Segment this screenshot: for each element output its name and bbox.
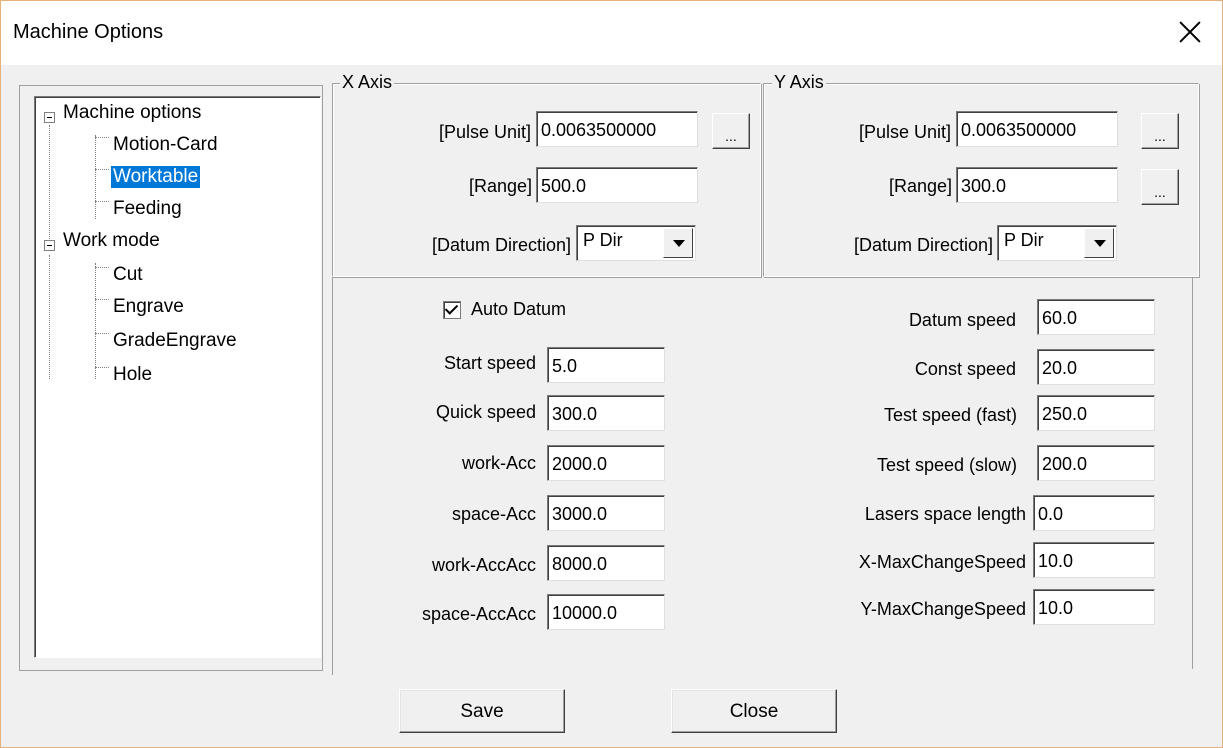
params-right-border: [1192, 277, 1193, 669]
x-range-input[interactable]: [536, 167, 698, 203]
work-acc-input[interactable]: [547, 445, 665, 481]
tree-item-motion-card[interactable]: Motion-Card: [111, 134, 220, 156]
x-maxchangespeed-input[interactable]: [1033, 542, 1155, 578]
tree-item-feeding[interactable]: Feeding: [111, 198, 184, 220]
tree-item-work-mode[interactable]: Work mode: [61, 230, 162, 252]
dropdown-arrow-icon[interactable]: [663, 228, 693, 258]
start-speed-input[interactable]: [547, 347, 665, 383]
x-pulse-unit-browse-button[interactable]: ...: [712, 113, 750, 149]
y-datum-direction-label: [Datum Direction]: [853, 235, 993, 255]
y-pulse-unit-label: [Pulse Unit]: [858, 122, 951, 142]
lasers-space-length-label: Lasers space length: [864, 504, 1026, 524]
tree-item-hole[interactable]: Hole: [111, 364, 154, 386]
dropdown-arrow-icon[interactable]: [1084, 228, 1114, 258]
options-tree[interactable]: Machine options Motion-Card Worktable Fe…: [34, 96, 321, 658]
y-range-input[interactable]: [956, 167, 1118, 203]
work-accacc-input[interactable]: [547, 545, 665, 581]
tree-panel: Machine options Motion-Card Worktable Fe…: [19, 85, 323, 671]
quick-speed-input[interactable]: [547, 395, 665, 431]
y-maxchangespeed-input[interactable]: [1033, 589, 1155, 625]
test-speed-slow-input[interactable]: [1037, 445, 1155, 481]
close-icon[interactable]: [1173, 15, 1207, 49]
lasers-space-length-input[interactable]: [1033, 495, 1155, 531]
y-datum-direction-value: P Dir: [1004, 230, 1044, 250]
collapse-work-mode-icon[interactable]: [44, 240, 55, 251]
y-axis-title: Y Axis: [772, 72, 826, 93]
work-acc-label: work-Acc: [461, 453, 536, 473]
x-datum-direction-label: [Datum Direction]: [431, 235, 571, 255]
test-speed-slow-label: Test speed (slow): [876, 455, 1017, 475]
y-range-browse-button[interactable]: ...: [1141, 169, 1179, 205]
save-button[interactable]: Save: [399, 689, 565, 733]
y-pulse-unit-browse-button[interactable]: ...: [1141, 113, 1179, 149]
tree-item-gradeengrave[interactable]: GradeEngrave: [111, 330, 239, 352]
x-maxchangespeed-label: X-MaxChangeSpeed: [858, 552, 1026, 572]
quick-speed-label: Quick speed: [435, 402, 536, 422]
collapse-machine-options-icon[interactable]: [44, 112, 55, 123]
datum-speed-label: Datum speed: [908, 310, 1016, 330]
x-pulse-unit-input[interactable]: [536, 111, 698, 147]
start-speed-label: Start speed: [443, 353, 536, 373]
tree-item-worktable[interactable]: Worktable: [111, 166, 201, 188]
const-speed-input[interactable]: [1037, 349, 1155, 385]
space-accacc-label: space-AccAcc: [421, 604, 536, 624]
window-title: Machine Options: [13, 21, 164, 43]
space-acc-label: space-Acc: [451, 504, 536, 524]
x-range-label: [Range]: [468, 176, 532, 196]
tree-item-machine-options[interactable]: Machine options: [61, 102, 203, 124]
machine-options-dialog: Machine Options Machine options Motion-C…: [0, 0, 1223, 748]
tree-item-engrave[interactable]: Engrave: [111, 296, 186, 318]
datum-speed-input[interactable]: [1037, 299, 1155, 335]
x-datum-direction-select[interactable]: P Dir: [576, 225, 696, 261]
x-pulse-unit-label: [Pulse Unit]: [438, 122, 531, 142]
space-accacc-input[interactable]: [547, 594, 665, 630]
x-axis-title: X Axis: [340, 72, 395, 93]
auto-datum-checkbox[interactable]: [443, 301, 461, 319]
y-datum-direction-select[interactable]: P Dir: [997, 225, 1117, 261]
x-datum-direction-value: P Dir: [583, 230, 623, 250]
const-speed-label: Const speed: [914, 359, 1016, 379]
y-maxchangespeed-label: Y-MaxChangeSpeed: [860, 599, 1026, 619]
auto-datum-label: Auto Datum: [471, 299, 567, 319]
work-accacc-label: work-AccAcc: [431, 555, 536, 575]
y-pulse-unit-input[interactable]: [956, 111, 1118, 147]
tree-item-cut[interactable]: Cut: [111, 264, 145, 286]
test-speed-fast-input[interactable]: [1037, 395, 1155, 431]
params-left-border: [332, 277, 333, 675]
test-speed-fast-label: Test speed (fast): [883, 405, 1017, 425]
y-range-label: [Range]: [888, 176, 952, 196]
title-bar: Machine Options: [1, 1, 1222, 65]
close-button[interactable]: Close: [671, 689, 837, 733]
space-acc-input[interactable]: [547, 495, 665, 531]
